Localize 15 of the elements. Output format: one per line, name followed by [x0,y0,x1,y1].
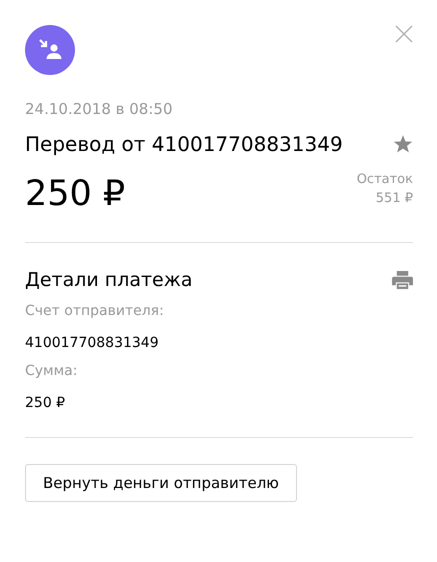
section-heading: Детали платежа [25,269,193,291]
balance-label: Остаток [356,172,413,187]
transaction-date: 24.10.2018 в 08:50 [25,100,174,118]
incoming-transfer-icon [25,25,75,75]
close-button[interactable] [395,25,413,43]
balance-value: 551 ₽ [376,191,413,206]
field-value: 250 ₽ [25,395,66,411]
field-label: Сумма: [25,363,78,379]
transaction-title: Перевод от 410017708831349 [25,132,343,156]
print-icon[interactable] [392,270,413,290]
field-value: 410017708831349 [25,335,160,351]
transaction-amount: 250 ₽ [25,173,126,216]
field-label: Счет отправителя: [25,303,165,319]
star-icon[interactable] [393,134,413,154]
refund-button[interactable]: Вернуть деньги отправителю [25,464,297,502]
